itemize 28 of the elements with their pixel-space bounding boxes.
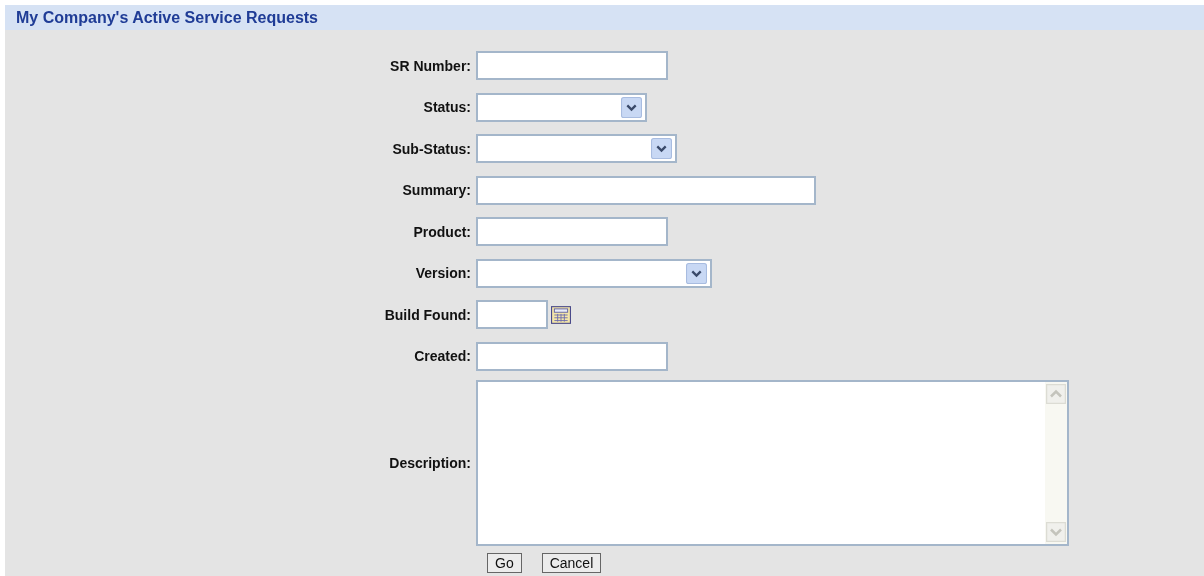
- date-field[interactable]: [476, 300, 548, 330]
- chevron-down-icon: [621, 96, 642, 118]
- scroll-up-icon[interactable]: [1046, 384, 1066, 404]
- calendar-icon[interactable]: [551, 305, 571, 324]
- chevron-down-icon: [686, 262, 707, 284]
- field-label: Sub-Status:: [391, 140, 472, 157]
- field-label: Description:: [388, 455, 472, 471]
- chevron-down-icon: [651, 138, 672, 160]
- dropdown-field[interactable]: [476, 134, 677, 164]
- form-button[interactable]: Cancel: [541, 553, 602, 573]
- text-field[interactable]: [476, 217, 668, 247]
- text-field[interactable]: [476, 51, 668, 81]
- dropdown-field[interactable]: [476, 258, 712, 288]
- field-label: SR Number:: [389, 57, 472, 74]
- field-label: Version:: [414, 265, 472, 282]
- field-label: Product:: [412, 223, 472, 240]
- page-title: My Company's Active Service Requests: [16, 8, 318, 27]
- field-label: Status:: [422, 99, 472, 116]
- field-label: Created:: [413, 348, 472, 365]
- scrollbar[interactable]: [1045, 382, 1067, 544]
- description-textarea[interactable]: [476, 380, 1069, 546]
- text-field[interactable]: [476, 175, 816, 205]
- text-field[interactable]: [476, 341, 668, 371]
- field-label: Summary:: [401, 182, 472, 199]
- form-button[interactable]: Go: [487, 553, 522, 573]
- scroll-down-icon[interactable]: [1046, 522, 1066, 542]
- field-label: Build Found:: [383, 306, 472, 323]
- dropdown-field[interactable]: [476, 92, 647, 122]
